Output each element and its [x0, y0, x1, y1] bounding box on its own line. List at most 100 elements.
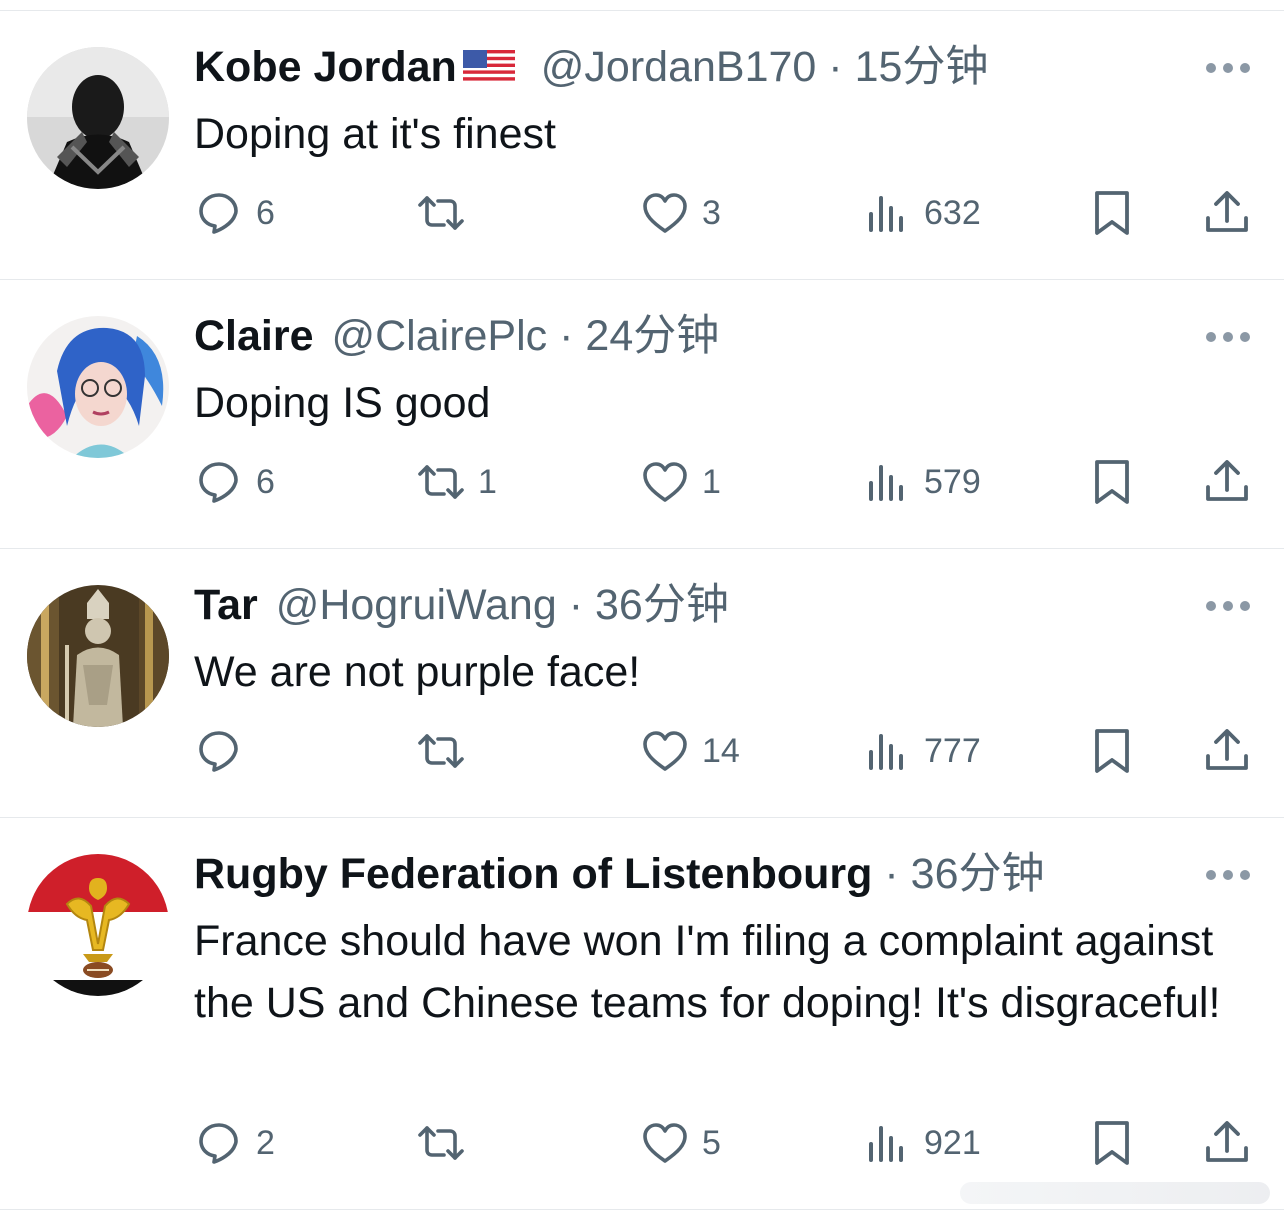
share-icon	[1206, 460, 1248, 501]
tweet-actions: 14 777	[194, 726, 1254, 776]
view-count: 921	[924, 1123, 981, 1162]
avatar-image	[27, 47, 169, 189]
more-icon[interactable]	[1206, 58, 1250, 78]
bookmark-icon	[1095, 1121, 1129, 1165]
display-name[interactable]: Rugby Federation of Listenbourg	[194, 850, 872, 898]
share-button[interactable]	[1202, 726, 1252, 776]
views-icon	[869, 734, 903, 770]
more-icon[interactable]	[1206, 327, 1250, 347]
views-button[interactable]: 921	[862, 1118, 981, 1168]
reply-button[interactable]	[194, 726, 256, 776]
timestamp[interactable]: 36分钟	[911, 850, 1045, 898]
user-handle[interactable]: @HogruiWang	[276, 581, 557, 629]
heart-icon	[643, 193, 687, 233]
scroll-indicator	[960, 1182, 1270, 1204]
reply-button[interactable]: 6	[194, 188, 275, 238]
like-count: 14	[702, 731, 740, 770]
display-name[interactable]: Tar	[194, 581, 258, 629]
views-button[interactable]: 632	[862, 188, 981, 238]
views-icon	[869, 1126, 903, 1162]
views-icon	[869, 196, 903, 232]
share-button[interactable]	[1202, 188, 1252, 238]
view-count: 777	[924, 731, 981, 770]
tweet-header: Claire @ClairePlc · 24分钟	[194, 306, 719, 366]
share-icon	[1206, 1121, 1248, 1162]
bookmark-button[interactable]	[1087, 188, 1137, 238]
avatar[interactable]	[27, 316, 169, 458]
bookmark-icon	[1095, 191, 1129, 235]
more-icon[interactable]	[1206, 865, 1250, 885]
user-handle[interactable]: @ClairePlc	[331, 312, 547, 360]
retweet-icon	[418, 465, 464, 499]
avatar-image	[27, 854, 169, 996]
reply-icon	[199, 193, 238, 234]
user-handle[interactable]: @JordanB170	[541, 43, 817, 91]
tweet-text: We are not purple face!	[194, 648, 641, 696]
like-count: 1	[702, 462, 721, 501]
view-count: 579	[924, 462, 981, 501]
us-flag-icon	[462, 40, 515, 100]
avatar-image	[27, 316, 169, 458]
avatar-image	[27, 585, 169, 727]
separator-dot: ·	[828, 43, 843, 91]
retweet-button[interactable]	[416, 188, 478, 238]
heart-icon	[643, 462, 687, 502]
tweet-text: France should have won I'm filing a comp…	[194, 917, 1221, 1027]
tweet-text: Doping at it's finest	[194, 110, 556, 158]
avatar[interactable]	[27, 47, 169, 189]
like-count: 5	[702, 1123, 721, 1162]
retweet-icon	[418, 1126, 464, 1160]
reply-button[interactable]: 6	[194, 457, 275, 507]
heart-icon	[643, 1123, 687, 1163]
separator-dot: ·	[568, 581, 584, 629]
more-icon[interactable]	[1206, 596, 1250, 616]
share-icon	[1206, 729, 1248, 770]
views-button[interactable]: 579	[862, 457, 981, 507]
separator-dot: ·	[559, 312, 574, 360]
timestamp[interactable]: 15分钟	[855, 43, 989, 91]
tweet[interactable]: Rugby Federation of Listenbourg · 36分钟 F…	[0, 818, 1284, 1210]
share-button[interactable]	[1202, 457, 1252, 507]
like-count: 3	[702, 193, 721, 232]
bookmark-button[interactable]	[1087, 1118, 1137, 1168]
share-icon	[1206, 191, 1248, 232]
tweet[interactable]: Kobe Jordan @JordanB170 · 15分钟 Doping at…	[0, 11, 1284, 280]
bookmark-icon	[1095, 460, 1129, 504]
bookmark-button[interactable]	[1087, 726, 1137, 776]
display-name[interactable]: Kobe Jordan	[194, 43, 457, 91]
reply-button[interactable]: 2	[194, 1118, 275, 1168]
views-button[interactable]: 777	[862, 726, 981, 776]
avatar[interactable]	[27, 585, 169, 727]
like-button[interactable]: 5	[640, 1118, 721, 1168]
reply-count: 6	[256, 462, 275, 501]
reply-icon	[199, 462, 238, 503]
retweet-button[interactable]	[416, 1118, 478, 1168]
reply-icon	[199, 1123, 238, 1164]
like-button[interactable]: 3	[640, 188, 721, 238]
tweet-header: Kobe Jordan @JordanB170 · 15分钟	[194, 37, 988, 100]
tweet-text: Doping IS good	[194, 379, 491, 427]
retweet-button[interactable]	[416, 726, 478, 776]
separator-dot: ·	[884, 850, 899, 898]
timestamp[interactable]: 24分钟	[585, 312, 719, 360]
reply-icon	[199, 731, 238, 772]
avatar[interactable]	[27, 854, 169, 996]
tweet-header: Rugby Federation of Listenbourg · 36分钟	[194, 844, 1045, 904]
retweet-icon	[418, 196, 464, 230]
tweet-actions: 2 5 921	[194, 1118, 1254, 1168]
timestamp[interactable]: 36分钟	[595, 581, 729, 629]
view-count: 632	[924, 193, 981, 232]
bookmark-button[interactable]	[1087, 457, 1137, 507]
retweet-button[interactable]: 1	[416, 457, 497, 507]
like-button[interactable]: 1	[640, 457, 721, 507]
bookmark-icon	[1095, 729, 1129, 773]
share-button[interactable]	[1202, 1118, 1252, 1168]
tweet-actions: 6 3 632	[194, 188, 1254, 238]
views-icon	[869, 465, 903, 501]
retweet-icon	[418, 734, 464, 768]
tweet[interactable]: Claire @ClairePlc · 24分钟 Doping IS good …	[0, 280, 1284, 549]
display-name[interactable]: Claire	[194, 312, 314, 360]
tweet[interactable]: Tar @HogruiWang · 36分钟 We are not purple…	[0, 549, 1284, 818]
like-button[interactable]: 14	[640, 726, 740, 776]
retweet-count: 1	[478, 462, 497, 501]
